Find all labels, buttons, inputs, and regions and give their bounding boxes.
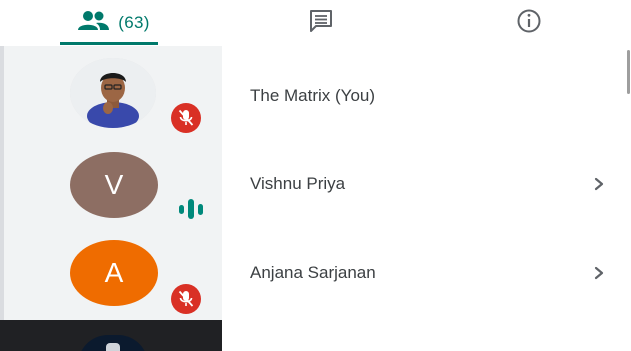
panel-edge bbox=[0, 46, 4, 320]
chevron-right-icon[interactable] bbox=[592, 177, 606, 191]
participant-name[interactable]: Vishnu Priya bbox=[250, 174, 345, 194]
tab-info[interactable] bbox=[504, 0, 554, 46]
info-icon bbox=[516, 8, 542, 39]
participant-name[interactable]: The Matrix (You) bbox=[250, 86, 375, 106]
mic-off-icon bbox=[171, 284, 201, 314]
active-tab-indicator bbox=[60, 42, 158, 45]
avatar-initial: V bbox=[70, 152, 158, 218]
people-icon bbox=[76, 10, 110, 37]
scrollbar[interactable] bbox=[627, 50, 630, 94]
participant-name[interactable]: Anjana Sarjanan bbox=[250, 263, 376, 283]
participant-count: (63) bbox=[118, 13, 150, 32]
tab-people[interactable]: (63) bbox=[60, 0, 166, 46]
avatar-initial: A bbox=[70, 240, 158, 306]
speaking-icon bbox=[178, 197, 208, 221]
avatar-partial-detail bbox=[106, 343, 120, 351]
mic-off-icon bbox=[171, 103, 201, 133]
tab-bar: (63) bbox=[0, 0, 631, 46]
chevron-right-icon[interactable] bbox=[592, 266, 606, 280]
chat-icon bbox=[308, 9, 334, 38]
tab-chat[interactable] bbox=[296, 0, 346, 46]
avatar-photo bbox=[70, 58, 156, 128]
